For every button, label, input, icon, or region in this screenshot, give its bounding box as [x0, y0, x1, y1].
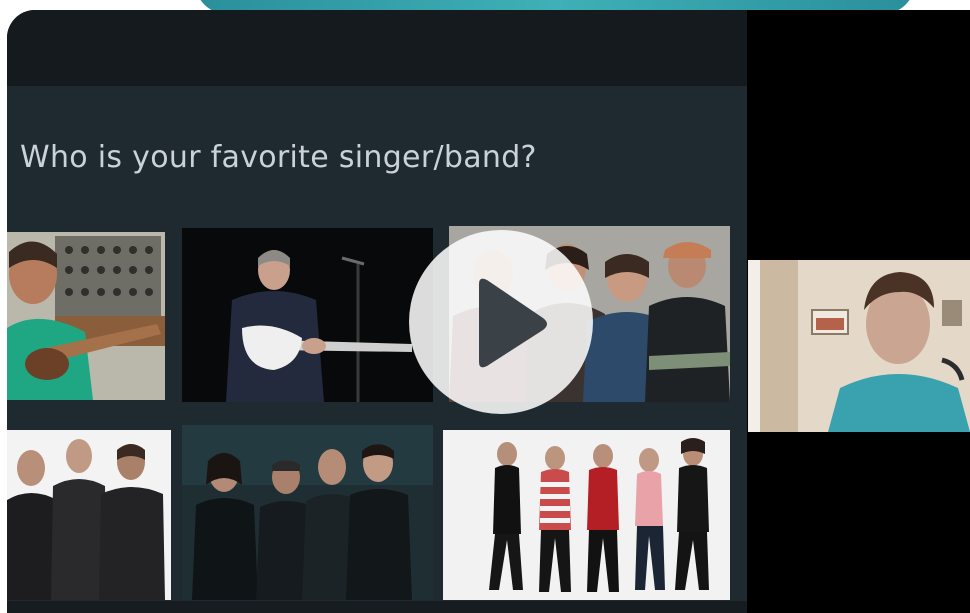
band-of-four-dark-photo [182, 425, 433, 600]
guitarist-on-stage-photo [182, 228, 433, 402]
slide-title: Who is your favorite singer/band? [20, 140, 537, 175]
musician-with-guitar-photo [7, 232, 165, 400]
slide-top-bar [7, 10, 747, 86]
shared-slide: Who is your favorite singer/band? [7, 86, 747, 613]
band-of-three-photo [7, 430, 171, 600]
play-icon [479, 278, 547, 368]
participant-webcam-feed[interactable] [748, 260, 970, 432]
video-player[interactable]: Who is your favorite singer/band? [7, 10, 970, 613]
play-button[interactable] [409, 230, 593, 414]
band-of-five-photo [443, 430, 730, 600]
page: Who is your favorite singer/band? [0, 0, 970, 613]
slide-bottom-bar [7, 601, 747, 613]
